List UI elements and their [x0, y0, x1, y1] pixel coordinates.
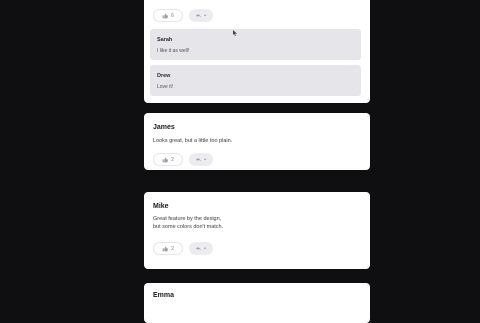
comment-actions: 2 • [153, 242, 213, 255]
comment-card: 6 • Sarah I like it as well! Drew Love i… [144, 0, 370, 103]
comment-author: James [153, 124, 175, 131]
thumbs-up-icon [162, 246, 169, 252]
reply-author: Drew [157, 73, 171, 79]
comment-card: Emma [144, 283, 370, 323]
reply-icon [196, 246, 202, 251]
comment-author: Mike [153, 203, 169, 210]
reply-item: Sarah I like it as well! [150, 29, 361, 60]
like-count: 2 [171, 245, 174, 252]
reply-item: Drew Love it! [150, 65, 361, 96]
reply-label: • [204, 245, 206, 252]
like-count: 2 [171, 156, 174, 163]
reply-icon [196, 157, 202, 162]
reply-icon [196, 13, 202, 18]
reply-button[interactable]: • [189, 153, 213, 166]
reply-text: I like it as well! [157, 48, 190, 54]
comment-actions: 6 • [153, 9, 213, 22]
reply-button[interactable]: • [189, 242, 213, 255]
thumbs-up-icon [162, 157, 169, 163]
reply-text: Love it! [157, 84, 174, 90]
comment-actions: 2 • [153, 153, 213, 166]
like-button[interactable]: 6 [153, 9, 183, 22]
comment-author: Emma [153, 292, 175, 299]
comment-card: Mike Great feature by the design, but so… [144, 192, 370, 269]
comment-text: Looks great, but a little too plain. [153, 138, 233, 144]
reply-author: Sarah [157, 37, 173, 43]
comment-card: James Looks great, but a little too plai… [144, 113, 370, 170]
thumbs-up-icon [162, 13, 169, 19]
mouse-cursor-icon [233, 30, 237, 38]
like-button[interactable]: 2 [153, 242, 183, 255]
comment-text: Great feature by the design, but some co… [153, 216, 224, 230]
reply-label: • [204, 156, 206, 163]
like-button[interactable]: 2 [153, 153, 183, 166]
like-count: 6 [171, 12, 174, 19]
reply-label: • [204, 12, 206, 19]
reply-button[interactable]: • [189, 9, 213, 22]
